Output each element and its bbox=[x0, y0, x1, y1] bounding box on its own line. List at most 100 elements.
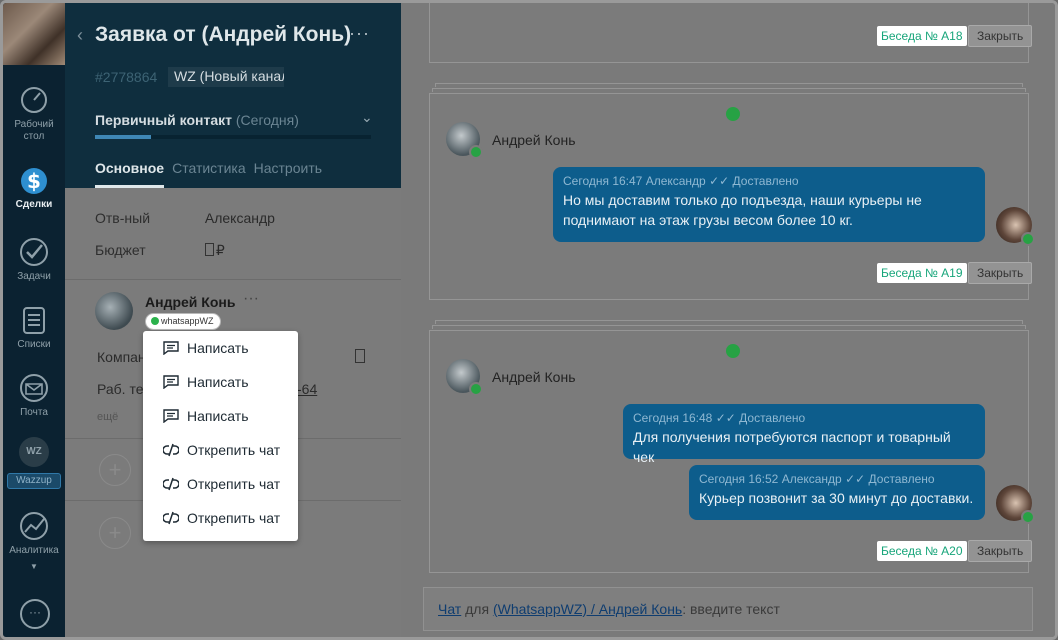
stack-edge bbox=[435, 320, 1023, 324]
tab-configure[interactable]: Настроить bbox=[254, 160, 322, 188]
menu-item-unpin-chat[interactable]: Открепить чат bbox=[143, 467, 298, 501]
menu-item-write[interactable]: Написать bbox=[143, 365, 298, 399]
back-button[interactable]: ‹ bbox=[77, 25, 83, 46]
contact-actions-menu: Написать Написать Написать Открепить чат… bbox=[143, 331, 298, 541]
nav-label: Списки bbox=[17, 339, 51, 350]
whatsapp-icon bbox=[726, 107, 740, 121]
stack-edge bbox=[432, 88, 1026, 92]
lead-id: #2778864 bbox=[95, 69, 158, 85]
menu-item-unpin-chat[interactable]: Открепить чат bbox=[143, 433, 298, 467]
tab-main[interactable]: Основное bbox=[95, 160, 165, 188]
message-composer[interactable]: Чат для (WhatsappWZ) / Андрей Конь: введ… bbox=[423, 587, 1033, 631]
message-meta: Сегодня 16:52 Александр ✓✓ Доставлено bbox=[699, 472, 935, 486]
message-meta: Сегодня 16:48 ✓✓ Доставлено bbox=[633, 411, 806, 425]
lead-menu-button[interactable]: ··· bbox=[349, 23, 370, 44]
stage-name: Первичный контакт bbox=[95, 112, 232, 128]
nav-item-lists[interactable]: Списки bbox=[3, 305, 65, 351]
whatsapp-icon bbox=[726, 344, 740, 358]
lead-card-panel: ‹ Заявка от (Андрей Конь) ··· #2778864 W… bbox=[65, 3, 401, 637]
menu-item-write[interactable]: Написать bbox=[143, 331, 298, 365]
nav-item-mail[interactable]: Почта bbox=[3, 373, 65, 419]
whatsapp-channel-badge[interactable]: whatsappWZ bbox=[145, 313, 221, 330]
field-value: ₽ bbox=[215, 242, 225, 258]
nav-item-wazzup[interactable]: WZ Wazzup bbox=[3, 437, 65, 489]
message-icon bbox=[163, 341, 179, 355]
field-budget[interactable]: Бюджет ₽ bbox=[95, 242, 225, 259]
field-responsible[interactable]: Отв-ный Александр bbox=[95, 210, 275, 226]
message-text: Но мы доставим только до подъезда, наши … bbox=[563, 192, 922, 228]
contact-avatar[interactable] bbox=[95, 292, 133, 330]
conversation-card: Беседа № A18 Закрыть bbox=[429, 3, 1033, 63]
conversation-number[interactable]: Беседа № A20 bbox=[877, 541, 967, 561]
lead-source-tag[interactable]: WZ (Новый канал) bbox=[168, 67, 284, 87]
account-avatar[interactable] bbox=[3, 3, 65, 65]
mail-icon bbox=[20, 374, 48, 402]
recipient-link[interactable]: (WhatsappWZ) / Андрей Конь bbox=[493, 601, 682, 617]
whatsapp-icon bbox=[151, 317, 159, 325]
peer-avatar[interactable] bbox=[446, 122, 483, 159]
message-icon bbox=[163, 409, 179, 423]
pipeline-stage[interactable]: Первичный контакт (Сегодня) bbox=[95, 112, 299, 128]
add-company-button[interactable]: + bbox=[99, 517, 131, 549]
svg-text:$: $ bbox=[27, 169, 41, 193]
stack-edge bbox=[432, 325, 1026, 329]
conversation-card: Андрей Конь Сегодня 16:48 ✓✓ Доставлено … bbox=[429, 330, 1035, 573]
calculator-icon[interactable] bbox=[355, 349, 365, 363]
whatsapp-icon bbox=[469, 382, 483, 396]
chat-bubble-icon[interactable]: ··· bbox=[20, 599, 50, 629]
nav-item-analytics[interactable]: Аналитика ▼ bbox=[3, 511, 65, 573]
nav-item-tasks[interactable]: Задачи bbox=[3, 237, 65, 283]
analytics-icon bbox=[20, 512, 48, 540]
chevron-down-icon[interactable]: ▼ bbox=[3, 561, 65, 573]
peer-name: Андрей Конь bbox=[492, 132, 576, 148]
outgoing-message[interactable]: Сегодня 16:52 Александр ✓✓ Доставлено Ку… bbox=[689, 465, 985, 520]
more-link[interactable]: ещё bbox=[97, 411, 118, 423]
deals-icon: $ bbox=[21, 168, 47, 194]
close-conversation-button[interactable]: Закрыть bbox=[968, 540, 1033, 562]
menu-item-unpin-chat[interactable]: Открепить чат bbox=[143, 501, 298, 535]
conversation-number[interactable]: Беседа № A19 bbox=[877, 263, 967, 283]
menu-item-label: Открепить чат bbox=[187, 510, 281, 526]
add-contact-button[interactable]: + bbox=[99, 454, 131, 486]
nav-item-dashboard[interactable]: Рабочий стол bbox=[3, 85, 65, 143]
close-conversation-button[interactable]: Закрыть bbox=[968, 262, 1033, 284]
close-conversation-button[interactable]: Закрыть bbox=[968, 25, 1033, 47]
chat-feed: Беседа № A18 Закрыть Андрей Конь Сегодня… bbox=[401, 3, 1055, 637]
stage-progress bbox=[95, 135, 371, 139]
nav-label: Почта bbox=[20, 407, 48, 418]
composer-text: для bbox=[461, 601, 493, 617]
calculator-icon[interactable] bbox=[204, 243, 214, 256]
agent-avatar[interactable] bbox=[996, 207, 1035, 246]
whatsapp-icon bbox=[469, 145, 483, 159]
menu-item-label: Написать bbox=[187, 408, 249, 424]
peer-avatar[interactable] bbox=[446, 359, 483, 396]
field-value[interactable]: Александр bbox=[205, 210, 275, 226]
lead-title[interactable]: Заявка от (Андрей Конь) bbox=[95, 23, 351, 47]
menu-item-write[interactable]: Написать bbox=[143, 399, 298, 433]
chat-type-link[interactable]: Чат bbox=[438, 601, 461, 617]
conversation-number[interactable]: Беседа № A18 bbox=[877, 26, 967, 46]
conversation-card: Андрей Конь Сегодня 16:47 Александр ✓✓ Д… bbox=[429, 93, 1035, 300]
field-label: Отв-ный bbox=[95, 210, 151, 226]
outgoing-message[interactable]: Сегодня 16:47 Александр ✓✓ Доставлено Но… bbox=[553, 167, 985, 242]
menu-item-label: Написать bbox=[187, 340, 249, 356]
lead-header: ‹ Заявка от (Андрей Конь) ··· #2778864 W… bbox=[65, 3, 401, 188]
company-label: Компан bbox=[97, 349, 146, 365]
phone-value[interactable]: -64 bbox=[297, 381, 317, 397]
whatsapp-icon bbox=[1021, 510, 1035, 524]
wazzup-icon: WZ bbox=[19, 437, 49, 467]
nav-label: стол bbox=[23, 131, 45, 142]
agent-avatar[interactable] bbox=[996, 485, 1035, 524]
tab-statistics[interactable]: Статистика bbox=[172, 160, 246, 188]
stage-when: (Сегодня) bbox=[235, 112, 299, 128]
outgoing-message[interactable]: Сегодня 16:48 ✓✓ Доставлено Для получени… bbox=[623, 404, 985, 465]
chevron-down-icon[interactable]: ⌄ bbox=[361, 109, 373, 126]
dashboard-icon bbox=[21, 87, 47, 113]
contact-name[interactable]: Андрей Конь bbox=[145, 294, 235, 310]
message-text: Для получения потребуются паспорт и това… bbox=[633, 429, 951, 465]
nav-label: Аналитика bbox=[9, 545, 59, 556]
message-meta: Сегодня 16:47 Александр ✓✓ Доставлено bbox=[563, 174, 799, 188]
contact-menu-button[interactable]: ··· bbox=[243, 290, 259, 308]
peer-name: Андрей Конь bbox=[492, 369, 576, 385]
nav-item-deals[interactable]: $ Сделки bbox=[3, 165, 65, 211]
